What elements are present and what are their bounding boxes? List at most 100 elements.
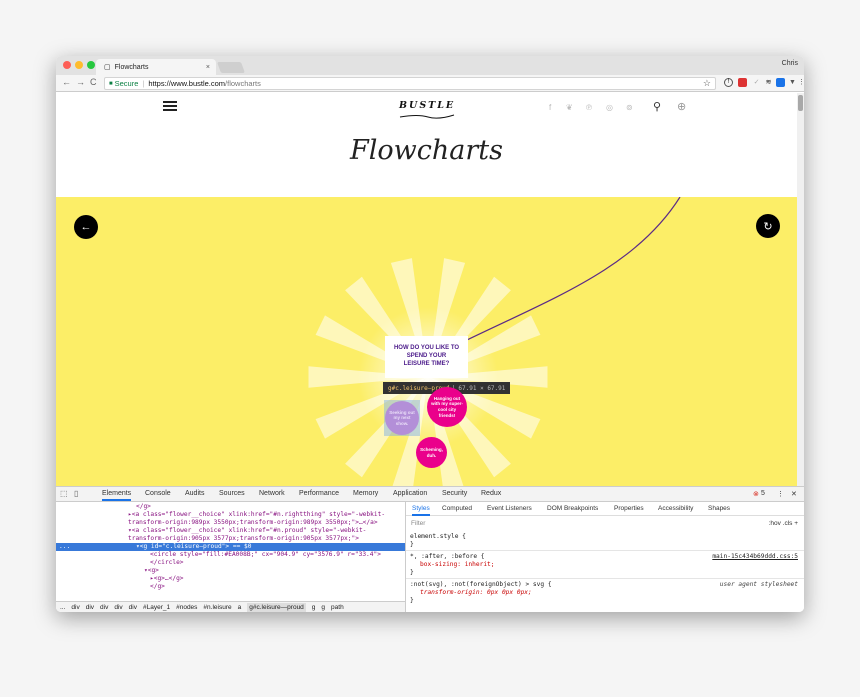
- extension-check-icon[interactable]: ✓: [752, 78, 761, 87]
- restart-button[interactable]: ↻: [756, 214, 780, 238]
- error-count: 5: [761, 490, 765, 497]
- dom-node-selected[interactable]: ▾<g id="c.leisure—proud"> == $0: [56, 543, 405, 551]
- dom-node[interactable]: <circle style="fill:#EA008B;" cx="904.9"…: [56, 551, 405, 559]
- tab-shapes[interactable]: Shapes: [708, 505, 730, 512]
- minimize-window-button[interactable]: [75, 61, 83, 69]
- tab-performance[interactable]: Performance: [299, 490, 339, 497]
- page-scrollbar[interactable]: [797, 93, 804, 486]
- tab-memory[interactable]: Memory: [353, 490, 378, 497]
- search-icon[interactable]: ⚲: [653, 100, 661, 113]
- bustle-logo[interactable]: BUSTLE: [399, 100, 455, 111]
- forward-button[interactable]: →: [76, 77, 85, 87]
- dom-node[interactable]: ▸<g>…</g>: [56, 575, 405, 583]
- breadcrumb-item[interactable]: #Layer_1: [143, 604, 170, 611]
- tab-redux[interactable]: Redux: [481, 490, 501, 497]
- tab-application[interactable]: Application: [393, 490, 427, 497]
- error-icon[interactable]: ⊗: [753, 490, 759, 498]
- answer-bubble-friends[interactable]: Hanging out with my super-cool city frie…: [427, 387, 467, 427]
- breadcrumb-item[interactable]: g: [321, 604, 325, 611]
- tab-properties[interactable]: Properties: [614, 505, 644, 512]
- rule-close: }: [410, 569, 414, 576]
- dom-node[interactable]: ▸<a class="flower__choice" xlink:href="#…: [56, 511, 405, 519]
- dom-node[interactable]: transform-origin:905px 3577px;transform-…: [56, 535, 405, 543]
- answer-bubble-show[interactable]: Seeking out my next show.: [385, 401, 419, 435]
- bookmark-star-icon[interactable]: ☆: [703, 78, 711, 89]
- styles-filter-input[interactable]: Filter: [408, 518, 793, 529]
- tab-dom-breakpoints[interactable]: DOM Breakpoints: [547, 505, 598, 512]
- tab-accessibility[interactable]: Accessibility: [658, 505, 693, 512]
- breadcrumb-item[interactable]: a: [238, 604, 242, 611]
- breadcrumb-item[interactable]: path: [331, 604, 344, 611]
- profile-name[interactable]: Chris: [782, 60, 798, 67]
- tab-styles[interactable]: Styles: [412, 505, 430, 516]
- breadcrumb-item[interactable]: g: [312, 604, 316, 611]
- extension-red-icon[interactable]: [738, 78, 747, 87]
- facebook-icon[interactable]: f: [549, 103, 551, 112]
- close-window-button[interactable]: [63, 61, 71, 69]
- breadcrumb-item[interactable]: div: [86, 604, 94, 611]
- bustle-page: BUSTLE f ❦ ℗ ◎ ⊚ ⚲ ⊕ Flowcharts ← ↻ HOW …: [56, 93, 797, 486]
- flowchart-canvas[interactable]: ← ↻ HOW DO YOU LIKE TO SPEND YOUR LEISUR…: [56, 197, 797, 486]
- breadcrumb-item[interactable]: div: [100, 604, 108, 611]
- breadcrumb-item[interactable]: div: [114, 604, 122, 611]
- twitter-icon[interactable]: ❦: [566, 103, 573, 112]
- tooltip-size: 67.91 × 67.91: [453, 384, 505, 392]
- instagram-icon[interactable]: ◎: [606, 103, 613, 112]
- breadcrumb-item[interactable]: ...: [60, 604, 65, 611]
- zoom-window-button[interactable]: [87, 61, 95, 69]
- extension-layers-icon[interactable]: ≋: [764, 78, 773, 87]
- breadcrumb-item[interactable]: div: [71, 604, 79, 611]
- tab-security[interactable]: Security: [442, 490, 467, 497]
- page-icon: ▢: [104, 64, 111, 71]
- dom-node[interactable]: transform-origin:989px 3550px;transform-…: [56, 519, 405, 527]
- question-box: HOW DO YOU LIKE TO SPEND YOUR LEISURE TI…: [385, 336, 468, 378]
- rule-declaration: transform-origin: 0px 0px 0px;: [420, 589, 532, 596]
- dom-node[interactable]: ▾<g>: [56, 567, 405, 575]
- reload-button[interactable]: C: [90, 77, 97, 87]
- menu-dots-icon[interactable]: ⋮: [798, 78, 804, 87]
- dom-tree[interactable]: </g> ▸<a class="flower__choice" xlink:hre…: [56, 502, 405, 602]
- devtools-menu-icon[interactable]: ⋮: [777, 490, 784, 498]
- hov-cls-toggles[interactable]: :hov .cls +: [769, 520, 798, 527]
- tab-computed[interactable]: Computed: [442, 505, 472, 512]
- styles-pane: Styles Computed Event Listeners DOM Brea…: [405, 502, 804, 612]
- tab-audits[interactable]: Audits: [185, 490, 204, 497]
- tab-elements[interactable]: Elements: [102, 490, 132, 501]
- p-icon[interactable]: ℗: [586, 103, 592, 112]
- dom-node[interactable]: </circle>: [56, 559, 405, 567]
- new-tab-button[interactable]: [216, 62, 246, 73]
- devtools-panel: ⬚ ▯ Elements Console Audits Sources Netw…: [56, 486, 804, 612]
- back-button[interactable]: ←: [62, 77, 71, 87]
- dom-node[interactable]: </g>: [56, 503, 405, 511]
- tab-network[interactable]: Network: [259, 490, 285, 497]
- tab-sources[interactable]: Sources: [219, 490, 245, 497]
- style-rule: *, :after, :before {main-15c434b69ddd.cs…: [410, 553, 800, 577]
- answer-bubble-scheming[interactable]: Scheming, duh.: [416, 437, 447, 468]
- back-arrow-button[interactable]: ←: [74, 215, 98, 239]
- inspect-element-icon[interactable]: ⬚: [60, 489, 68, 498]
- rule-source-link[interactable]: main-15c434b69ddd.css:5: [712, 553, 798, 561]
- breadcrumb-item[interactable]: #n.leisure: [203, 604, 231, 611]
- extension-info-icon[interactable]: !: [724, 78, 733, 87]
- breadcrumb-item[interactable]: #nodes: [176, 604, 197, 611]
- toolbar: ← → C ■ Secure | https://www.bustle.com …: [56, 75, 804, 92]
- tab-flowcharts[interactable]: ▢ Flowcharts ×: [96, 59, 216, 75]
- tab-console[interactable]: Console: [145, 490, 171, 497]
- menu-hamburger-icon[interactable]: [163, 101, 177, 111]
- extension-blue-icon[interactable]: [776, 78, 785, 87]
- devtools-close-icon[interactable]: ✕: [791, 490, 797, 498]
- tab-close-button[interactable]: ×: [206, 64, 210, 71]
- tab-title: Flowcharts: [114, 63, 149, 71]
- node-actions-icon[interactable]: ...: [59, 543, 70, 550]
- pinterest-icon[interactable]: ⊚: [626, 103, 633, 112]
- address-bar[interactable]: ■ Secure | https://www.bustle.com /flowc…: [104, 77, 716, 90]
- breadcrumb-item[interactable]: g#c.leisure—proud: [247, 603, 306, 612]
- dom-node[interactable]: ▾<a class="flower__choice" xlink:href="#…: [56, 527, 405, 535]
- extension-filter-icon[interactable]: ▼: [788, 78, 797, 87]
- dom-node[interactable]: </g>: [56, 583, 405, 591]
- tab-event-listeners[interactable]: Event Listeners: [487, 505, 532, 512]
- device-toolbar-icon[interactable]: ▯: [74, 489, 78, 498]
- globe-icon[interactable]: ⊕: [677, 100, 686, 113]
- breadcrumb-item[interactable]: div: [129, 604, 137, 611]
- rule-declaration[interactable]: box-sizing: inherit;: [410, 561, 800, 569]
